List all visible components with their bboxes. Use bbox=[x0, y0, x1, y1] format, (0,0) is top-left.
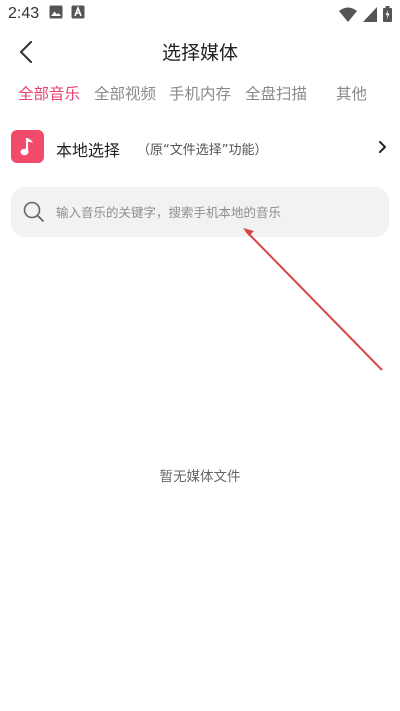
search-input[interactable] bbox=[56, 197, 376, 227]
media-tabs: 全部音乐 全部视频 手机内存 全盘扫描 其他 bbox=[0, 78, 400, 108]
status-left-icons bbox=[49, 5, 85, 23]
music-note-icon bbox=[11, 130, 44, 163]
local-select-row[interactable]: 本地选择 （原“文件选择”功能） bbox=[0, 126, 400, 172]
empty-state-text: 暂无媒体文件 bbox=[159, 469, 241, 485]
title-bar: 选择媒体 bbox=[0, 28, 400, 76]
image-icon bbox=[49, 5, 63, 23]
search-icon bbox=[23, 201, 45, 223]
tab-phone-storage[interactable]: 手机内存 bbox=[169, 82, 231, 104]
chevron-right-icon bbox=[376, 139, 390, 155]
status-time: 2:43 bbox=[8, 5, 40, 22]
local-select-subtitle: （原“文件选择”功能） bbox=[137, 143, 268, 158]
wifi-icon bbox=[339, 7, 357, 26]
tab-all-videos[interactable]: 全部视频 bbox=[94, 82, 156, 104]
a-box-icon bbox=[71, 5, 85, 23]
battery-icon bbox=[383, 6, 392, 26]
tab-other[interactable]: 其他 bbox=[336, 82, 367, 104]
status-right-icons bbox=[339, 6, 392, 26]
page-title: 选择媒体 bbox=[161, 42, 238, 64]
tab-all-music[interactable]: 全部音乐 bbox=[18, 82, 80, 104]
local-select-title: 本地选择 bbox=[56, 141, 121, 160]
status-bar: 2:43 bbox=[0, 0, 400, 28]
tab-full-scan[interactable]: 全盘扫描 bbox=[245, 82, 307, 104]
search-box[interactable] bbox=[11, 187, 389, 237]
signal-icon bbox=[363, 6, 377, 26]
